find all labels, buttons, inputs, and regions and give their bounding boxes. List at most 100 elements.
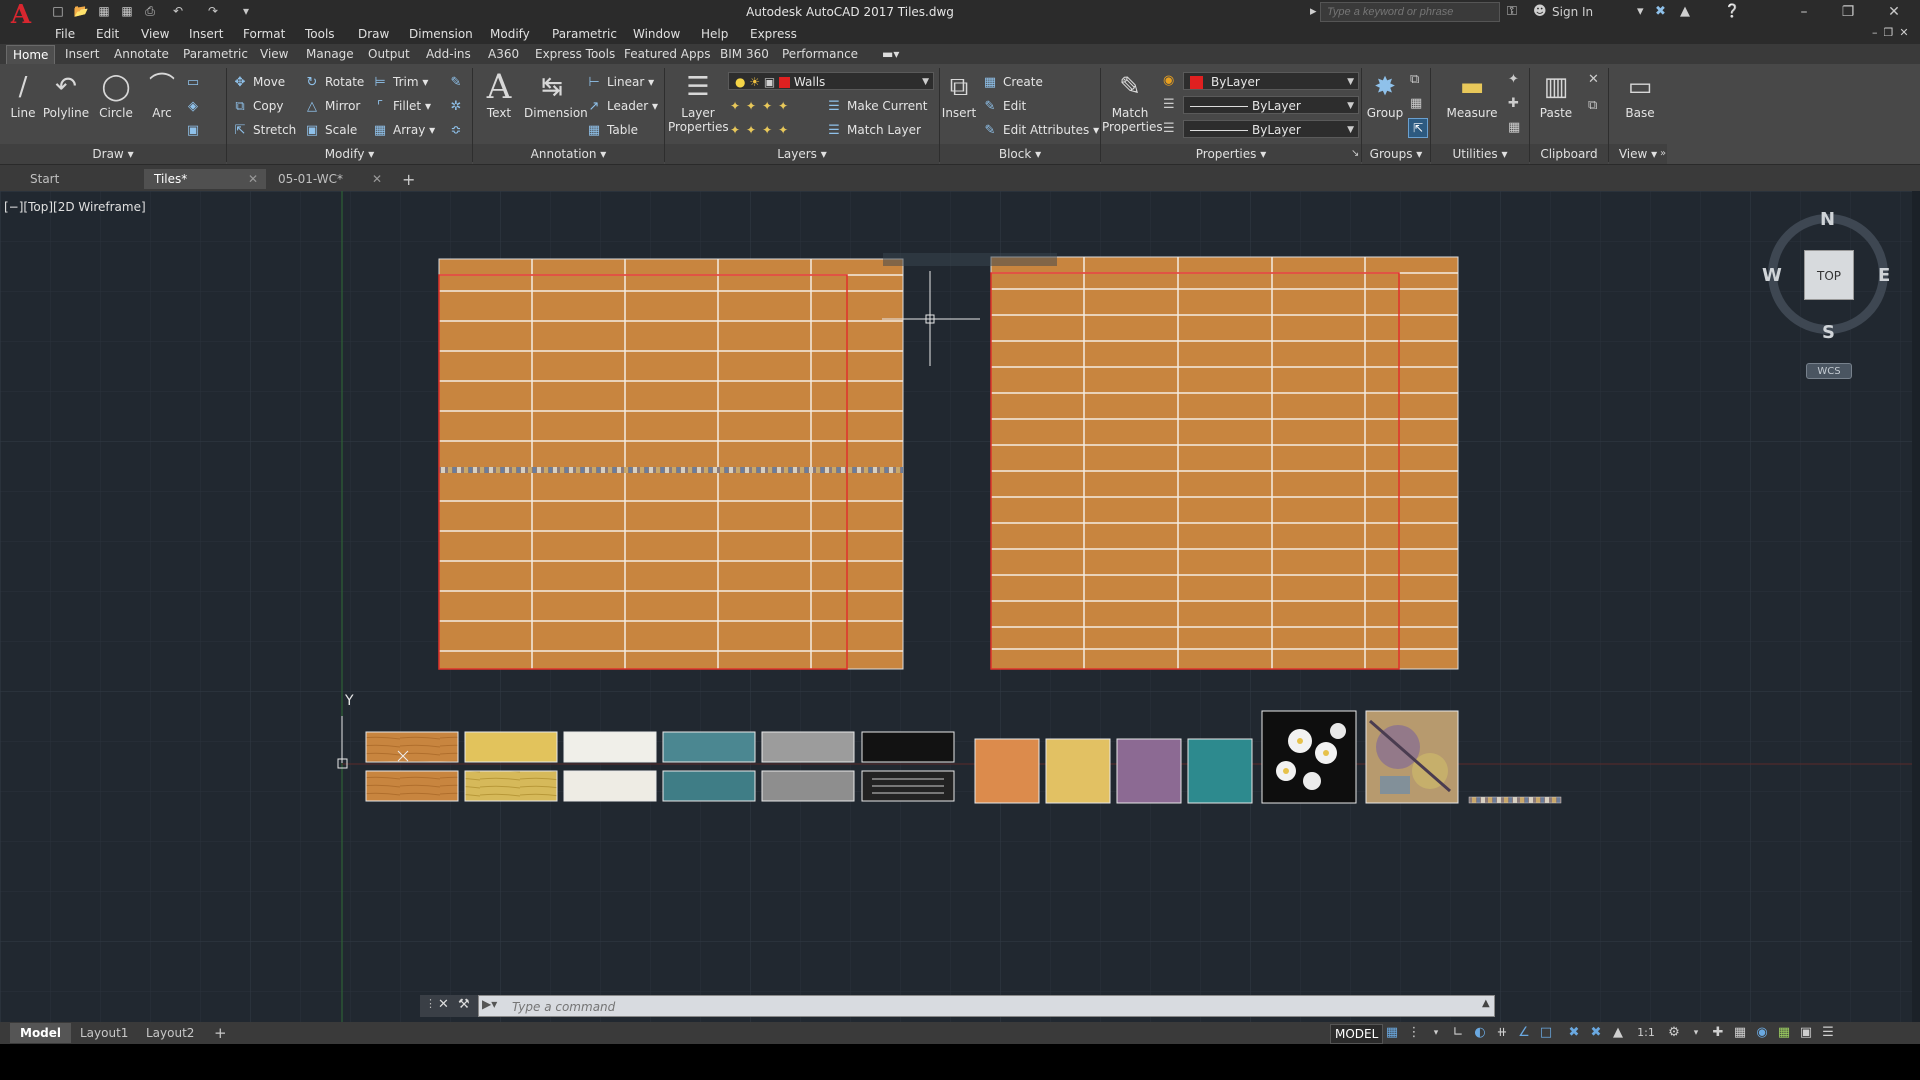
command-grip-icon[interactable]: ⋮: [425, 997, 436, 1010]
right-wall-tiles[interactable]: [990, 256, 1459, 670]
swatch-orange-texture[interactable]: [365, 770, 459, 802]
lineweight-icon[interactable]: ☰: [1163, 121, 1175, 136]
modify-panel-title[interactable]: Modify ▾: [227, 144, 472, 164]
object-snap-tracking-icon[interactable]: ∠: [1514, 1024, 1534, 1042]
mirror-button[interactable]: △ Mirror: [304, 96, 360, 116]
swatch-teal[interactable]: [662, 731, 756, 763]
erase-button[interactable]: ✎: [448, 72, 469, 92]
close-icon[interactable]: ✕: [1872, 0, 1916, 24]
layout-tab-layout1[interactable]: Layout1: [70, 1023, 138, 1043]
tab-a360[interactable]: A360: [482, 45, 525, 64]
polyline-button[interactable]: ↶ Polyline: [40, 70, 92, 120]
groups-panel-title[interactable]: Groups ▾: [1362, 144, 1430, 164]
doc-window-controls-icon[interactable]: –❐✕: [1872, 26, 1915, 39]
menu-modify[interactable]: Modify: [490, 24, 530, 44]
trim-button[interactable]: ⊨ Trim ▾: [372, 72, 428, 92]
view-panel-title[interactable]: View ▾: [1609, 144, 1667, 164]
ungroup-icon[interactable]: ⧉: [1410, 72, 1419, 87]
search-input[interactable]: [1320, 2, 1500, 22]
rectangle-button[interactable]: ▭: [185, 72, 206, 92]
more-panels-icon[interactable]: »: [1660, 148, 1666, 159]
hatch-button[interactable]: ◈: [185, 96, 206, 116]
arc-button[interactable]: ⌒ Arc: [136, 70, 188, 120]
square-orange[interactable]: [974, 738, 1040, 804]
boundary-button[interactable]: ▣: [185, 120, 206, 140]
swatch-yellow-texture[interactable]: [464, 770, 558, 802]
layout-tab-model[interactable]: Model: [10, 1023, 72, 1043]
offset-button[interactable]: ≎: [448, 120, 469, 140]
object-snap-icon[interactable]: □: [1536, 1024, 1556, 1042]
compass-north[interactable]: N: [1820, 209, 1835, 230]
command-close-icon[interactable]: ✕: [438, 997, 449, 1012]
cut-icon[interactable]: ✕: [1588, 72, 1599, 87]
annotation-scale-value[interactable]: 1:1: [1632, 1024, 1660, 1042]
drawing-canvas[interactable]: [0, 191, 1920, 1023]
auto-scale-icon[interactable]: ✖: [1586, 1024, 1606, 1042]
square-teal[interactable]: [1187, 738, 1253, 804]
command-history-icon[interactable]: ▲: [1482, 998, 1490, 1009]
ortho-icon[interactable]: ∟: [1448, 1024, 1468, 1042]
orchid-decor-tile[interactable]: [1261, 710, 1357, 804]
tab-add-ins[interactable]: Add-ins: [420, 45, 477, 64]
color-wheel-icon[interactable]: ◉: [1163, 73, 1174, 88]
layer-properties-button[interactable]: ☰ Layer Properties: [668, 70, 729, 134]
copy-button[interactable]: ⧉ Copy: [232, 96, 283, 116]
tab-parametric[interactable]: Parametric: [177, 45, 254, 64]
match-layer-button[interactable]: ☰ Match Layer: [826, 120, 921, 140]
tab-annotate[interactable]: Annotate: [108, 45, 175, 64]
layers-panel-title[interactable]: Layers ▾: [665, 144, 939, 164]
swatch-teal-texture[interactable]: [662, 770, 756, 802]
layer-tools-row1[interactable]: ✦✦✦✦: [730, 96, 794, 116]
tab-insert[interactable]: Insert: [59, 45, 105, 64]
compass-west[interactable]: W: [1762, 265, 1782, 286]
command-input[interactable]: [510, 996, 1474, 1018]
move-button[interactable]: ✥ Move: [232, 72, 286, 92]
fillet-button[interactable]: ⌜ Fillet ▾: [372, 96, 431, 116]
group-selection-toggle-icon[interactable]: ⇱: [1408, 118, 1428, 138]
menu-tools[interactable]: Tools: [305, 24, 335, 44]
menu-file[interactable]: File: [55, 24, 75, 44]
layout-tab-layout2[interactable]: Layout2: [136, 1023, 204, 1043]
measure-button[interactable]: ▬ Measure: [1444, 70, 1500, 120]
menu-help[interactable]: Help: [701, 24, 728, 44]
linetype-icon[interactable]: ☰: [1163, 97, 1175, 112]
file-tab-start[interactable]: Start: [20, 169, 142, 189]
left-wall-tiles[interactable]: [438, 258, 904, 670]
stretch-button[interactable]: ⇱ Stretch: [232, 120, 297, 140]
swatch-white-texture[interactable]: [563, 770, 657, 802]
search-expand-icon[interactable]: ▸: [1310, 4, 1317, 20]
id-point-icon[interactable]: ✚: [1508, 96, 1519, 111]
workspace-gear-icon[interactable]: ⚙: [1664, 1024, 1684, 1042]
linear-button[interactable]: ⊢ Linear ▾: [586, 72, 654, 92]
menu-parametric[interactable]: Parametric: [552, 24, 617, 44]
file-tab-05-01-wc[interactable]: 05-01-WC* ✕: [268, 169, 390, 189]
menu-view[interactable]: View: [141, 24, 169, 44]
menu-window[interactable]: Window: [633, 24, 680, 44]
leader-button[interactable]: ↗ Leader ▾: [586, 96, 658, 116]
circle-button[interactable]: ◯ Circle: [90, 70, 142, 120]
layer-dropdown[interactable]: ● ☀ ▣ Walls ▼: [728, 72, 934, 90]
isolate-objects-icon[interactable]: ◉: [1752, 1024, 1772, 1042]
viewcube-top-face[interactable]: TOP: [1804, 250, 1854, 300]
file-tab-tiles[interactable]: Tiles* ✕: [144, 169, 266, 189]
ribbon-toggle-icon[interactable]: ▬▾: [882, 47, 899, 61]
table-button[interactable]: ▦ Table: [586, 120, 638, 140]
match-properties-button[interactable]: ✎ Match Properties: [1102, 70, 1163, 134]
compass-east[interactable]: E: [1878, 265, 1890, 286]
swatch-white[interactable]: [563, 731, 657, 763]
paste-button[interactable]: ▥ Paste: [1530, 70, 1582, 120]
minimize-icon[interactable]: –: [1782, 0, 1826, 24]
hardware-acceleration-icon[interactable]: ▦: [1774, 1024, 1794, 1042]
copy-clip-icon[interactable]: ⧉: [1588, 98, 1597, 113]
explode-button[interactable]: ✲: [448, 96, 469, 116]
close-tab-icon[interactable]: ✕: [372, 169, 382, 189]
clean-screen-icon[interactable]: ▣: [1796, 1024, 1816, 1042]
abstract-decor-tile[interactable]: [1365, 710, 1459, 804]
annotation-monitor-icon[interactable]: ✚: [1708, 1024, 1728, 1042]
base-view-button[interactable]: ▭ Base: [1614, 70, 1666, 120]
units-icon[interactable]: ▦: [1730, 1024, 1750, 1042]
dimension-button[interactable]: ↹ Dimension: [524, 70, 588, 120]
mosaic-strip-swatch[interactable]: [1468, 796, 1562, 804]
annotation-panel-title[interactable]: Annotation ▾: [473, 144, 664, 164]
tab-bim-360[interactable]: BIM 360: [714, 45, 775, 64]
